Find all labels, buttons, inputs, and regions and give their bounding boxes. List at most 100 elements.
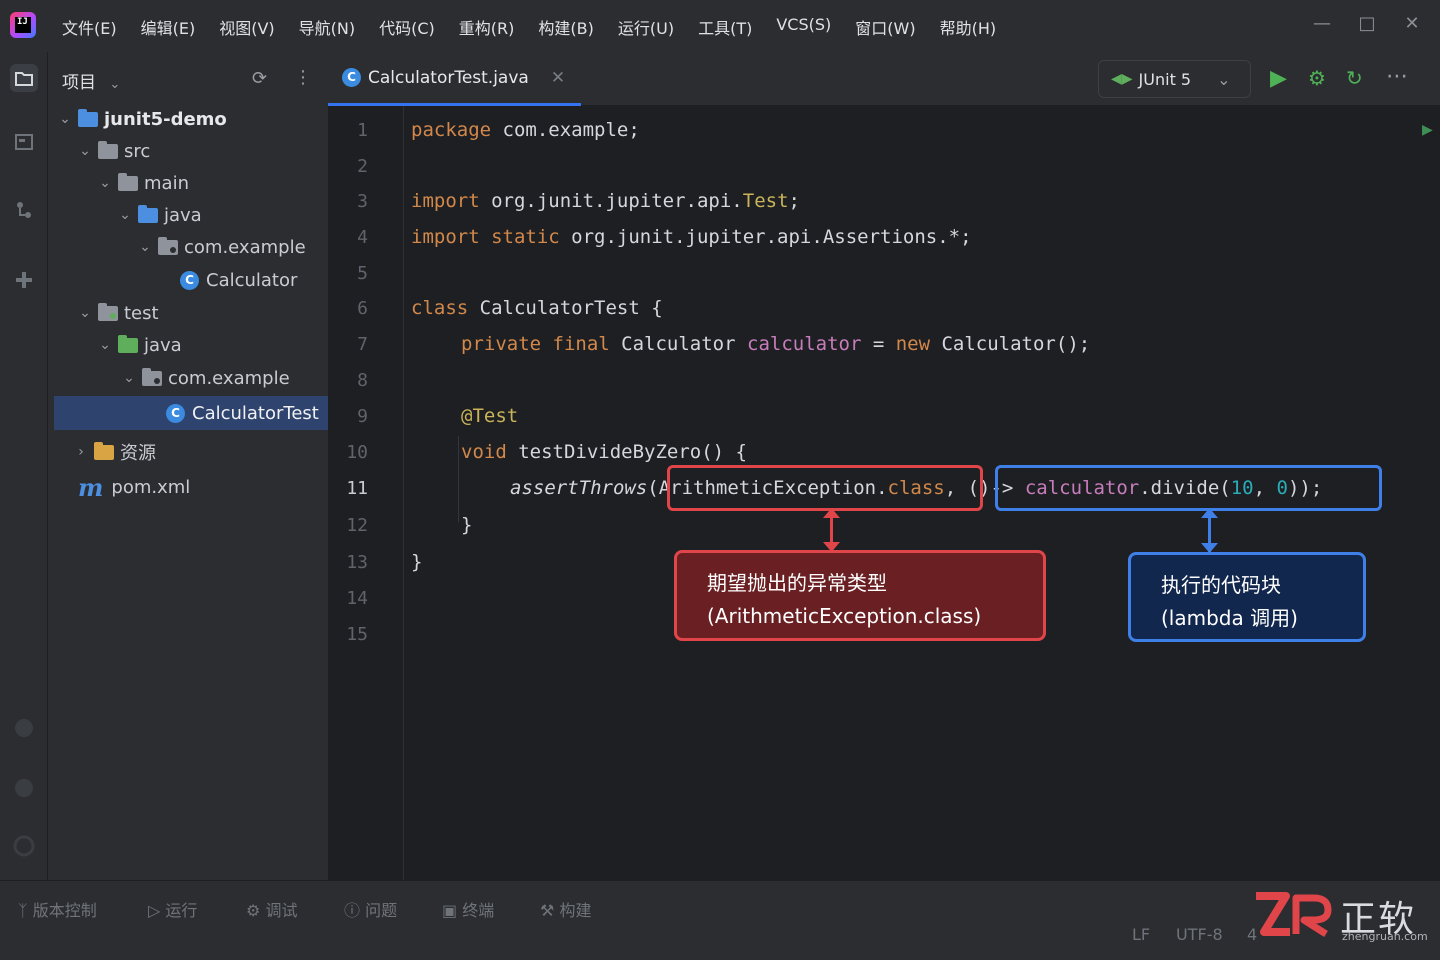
project-icon[interactable] (10, 64, 38, 92)
menu-run[interactable]: 运行(U) (618, 15, 674, 39)
tree-item-label: main (144, 172, 189, 194)
close-tab-icon[interactable]: ✕ (551, 68, 565, 88)
chevron-right-icon[interactable]: › (74, 444, 88, 460)
close-window-icon[interactable]: ✕ (1401, 13, 1423, 35)
debug-tool-button[interactable]: ⚙ 调试 (246, 897, 297, 921)
chevron-down-icon[interactable]: ⌄ (118, 207, 132, 223)
editor-tab[interactable]: C CalculatorTest.java ✕ (328, 52, 581, 106)
plugins-icon[interactable] (10, 266, 38, 294)
chevron-down-icon[interactable]: ⌄ (78, 305, 92, 321)
menu-refactor[interactable]: 重构(R) (459, 15, 515, 39)
intellij-logo-icon[interactable]: IJ (10, 12, 36, 38)
chevron-down-icon[interactable]: ⌄ (58, 111, 72, 127)
run-tool-button[interactable]: ▷ 运行 (148, 897, 197, 921)
code-text: Calculator(); (930, 333, 1091, 355)
menu-file[interactable]: 文件(E) (62, 15, 117, 39)
editor-tab-bar: C CalculatorTest.java ✕ ◀▶ JUnit 5 ⌄ ▶ ⚙… (328, 52, 1440, 106)
menu-window[interactable]: 窗口(W) (855, 15, 915, 39)
build-tool-button[interactable]: ⚒ 构建 (540, 897, 591, 921)
tree-item-label: com.example (168, 367, 290, 389)
keyword: new (895, 333, 931, 355)
code-line: void testDivideByZero() { (461, 441, 747, 463)
tree-item[interactable]: ⌄ junit5-demo (48, 102, 328, 136)
chevron-down-icon[interactable]: ⌄ (98, 175, 112, 191)
tree-item[interactable]: ⌄ test (48, 296, 328, 330)
problems-icon: ⓘ (344, 901, 366, 920)
line-number: 5 (357, 263, 368, 284)
menu-code[interactable]: 代码(C) (379, 15, 435, 39)
inspection-ok-icon: ▶ (1422, 122, 1433, 138)
chevron-down-icon: ⌄ (109, 77, 121, 92)
tree-item[interactable]: ⌄ java (48, 198, 328, 232)
test-source-folder-icon (118, 334, 138, 353)
project-header[interactable]: 项目 ⌄ (62, 68, 120, 93)
tree-item[interactable]: C Calculator (48, 263, 328, 297)
line-number: 7 (357, 334, 368, 355)
vcs-icon[interactable] (10, 196, 38, 224)
tree-item[interactable]: ⌄ src (48, 134, 328, 168)
keyword: package (411, 119, 492, 141)
class-icon: C (180, 270, 199, 290)
tree-item[interactable]: ⌄ java (48, 328, 328, 362)
problems-tool-button[interactable]: ⓘ 问题 (344, 897, 397, 921)
menu-edit[interactable]: 编辑(E) (141, 15, 196, 39)
code-line: package com.example; (411, 119, 640, 141)
menu-view[interactable]: 视图(V) (219, 15, 274, 39)
tool-label: 版本控制 (32, 901, 97, 920)
line-number-current: 11 (346, 478, 368, 499)
tree-item-selected[interactable]: C CalculatorTest (54, 396, 328, 430)
class-icon: C (342, 68, 361, 87)
chevron-down-icon[interactable]: ⌄ (98, 337, 112, 353)
structure-icon[interactable] (10, 128, 38, 156)
tree-item-label: java (164, 204, 202, 226)
vcs-tool-button[interactable]: ᛉ 版本控制 (18, 897, 97, 921)
tree-item[interactable]: ⌄ main (48, 166, 328, 200)
tree-item[interactable]: ⌄ com.example (48, 230, 328, 264)
vcs-icon: ᛉ (18, 901, 33, 920)
settings-sync-icon[interactable] (10, 832, 38, 860)
code-line: } (461, 514, 473, 536)
encoding-status[interactable]: UTF-8 (1176, 925, 1223, 944)
tree-item[interactable]: ⌄ com.example (48, 361, 328, 395)
maximize-icon[interactable]: □ (1356, 13, 1378, 35)
debug-icon: ⚙ (246, 901, 266, 920)
line-separator-status[interactable]: LF (1132, 925, 1150, 944)
code-text: ( (647, 477, 659, 499)
terminal-tool-button[interactable]: ▣ 终端 (442, 897, 494, 921)
code-text: = (861, 333, 896, 355)
chevron-down-icon[interactable]: ⌄ (122, 370, 136, 386)
services-icon[interactable] (10, 774, 38, 802)
keyword: import static (411, 226, 560, 248)
minimize-icon[interactable]: — (1311, 13, 1333, 35)
menu-vcs[interactable]: VCS(S) (776, 15, 831, 39)
code-text: Test (742, 190, 789, 212)
tree-item[interactable]: › 资源 (48, 435, 328, 469)
menu-build[interactable]: 构建(B) (538, 15, 593, 39)
project-title: 项目 (62, 73, 96, 93)
run-icon[interactable]: ▶ (1270, 66, 1287, 91)
editor-scrollbar[interactable]: ▶ (1410, 106, 1440, 880)
chevron-down-icon[interactable]: ⌄ (78, 143, 92, 159)
callout-title: 执行的代码块 (1161, 573, 1281, 597)
zr-logo-icon (1256, 892, 1332, 937)
notifications-icon[interactable] (10, 714, 38, 742)
coverage-icon[interactable]: ↻ (1346, 66, 1363, 90)
more-actions-icon[interactable]: ⋯ (1386, 64, 1408, 89)
tree-item-label: pom.xml (111, 476, 191, 498)
debug-icon[interactable]: ⚙ (1308, 66, 1326, 90)
tool-window-strip (0, 52, 48, 880)
tree-item-label: java (144, 334, 182, 356)
main-menu: 文件(E) 编辑(E) 视图(V) 导航(N) 代码(C) 重构(R) 构建(B… (62, 15, 1020, 39)
tree-item[interactable]: m pom.xml (48, 470, 328, 504)
project-panel: 项目 ⌄ ⟳ ⋮ ⌄ junit5-demo ⌄ src ⌄ main ⌄ ja… (48, 52, 328, 880)
junit-icon: ◀▶ (1111, 71, 1133, 87)
menu-navigate[interactable]: 导航(N) (299, 15, 355, 39)
menu-help[interactable]: 帮助(H) (940, 15, 997, 39)
sync-icon[interactable]: ⟳ (252, 68, 267, 89)
more-options-icon[interactable]: ⋮ (294, 67, 312, 88)
run-config-selector[interactable]: ◀▶ JUnit 5 ⌄ (1098, 60, 1251, 98)
menu-tools[interactable]: 工具(T) (698, 15, 752, 39)
code-text: CalculatorTest { (468, 297, 663, 319)
line-number: 8 (357, 370, 368, 391)
chevron-down-icon[interactable]: ⌄ (138, 239, 152, 255)
